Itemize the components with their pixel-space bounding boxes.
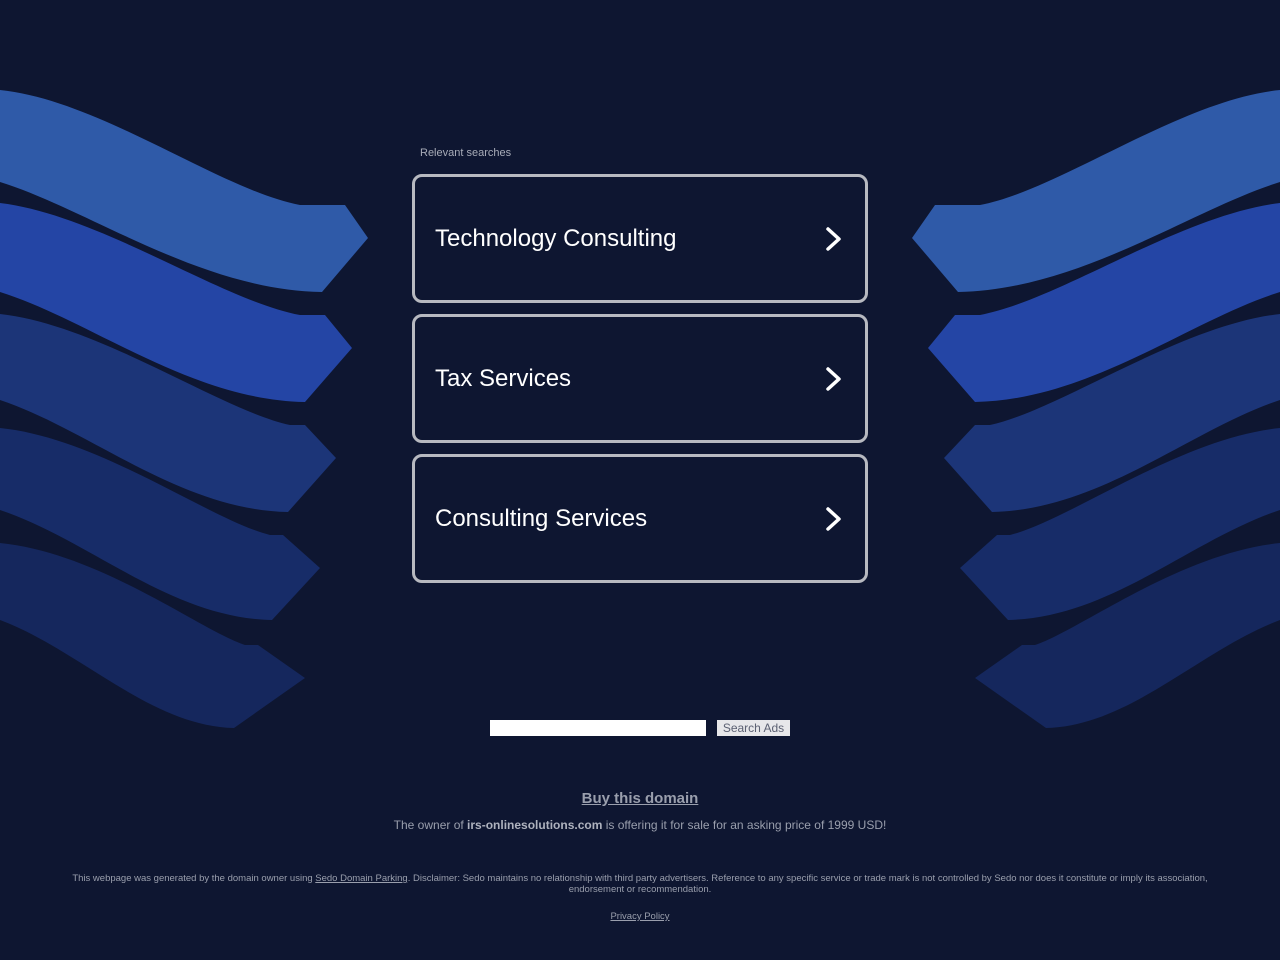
related-link-technology-consulting[interactable]: Technology Consulting [412,174,868,303]
related-link-consulting-services[interactable]: Consulting Services [412,454,868,583]
relevant-searches-label: Relevant searches [420,147,512,159]
generated-prefix: This webpage was generated by the domain… [72,873,316,884]
related-link-label: Technology Consulting [435,224,677,252]
chevron-right-icon [826,226,841,251]
disclaimer-text: This webpage was generated by the domain… [64,873,1216,895]
chevron-right-icon [826,366,841,391]
privacy-policy-row: Privacy Policy [0,911,1280,922]
right-wing [912,90,1280,728]
chevron-right-icon [826,506,841,531]
offer-suffix: is offering it for sale for an asking pr… [602,818,887,832]
search-input[interactable] [490,720,706,736]
parked-domain-page: Relevant searches Technology Consulting … [0,0,1280,960]
sale-offer-text: The owner of irs-onlinesolutions.com is … [0,818,1280,832]
related-link-label: Tax Services [435,364,572,392]
search-bar: Search Ads [490,720,790,736]
sedo-parking-link[interactable]: Sedo Domain Parking [315,873,407,884]
related-link-label: Consulting Services [435,504,648,532]
related-link-tax-services[interactable]: Tax Services [412,314,868,443]
search-ads-button[interactable]: Search Ads [717,720,790,736]
related-links-list: Technology Consulting Tax Services Consu… [412,174,868,594]
buy-domain-link[interactable]: Buy this domain [0,790,1280,807]
domain-name: irs-onlinesolutions.com [467,818,603,832]
privacy-policy-link[interactable]: Privacy Policy [610,911,669,922]
left-wing [0,90,368,728]
offer-prefix: The owner of [393,818,468,832]
disclaimer-body: . Disclaimer: Sedo maintains no relation… [407,873,1208,895]
